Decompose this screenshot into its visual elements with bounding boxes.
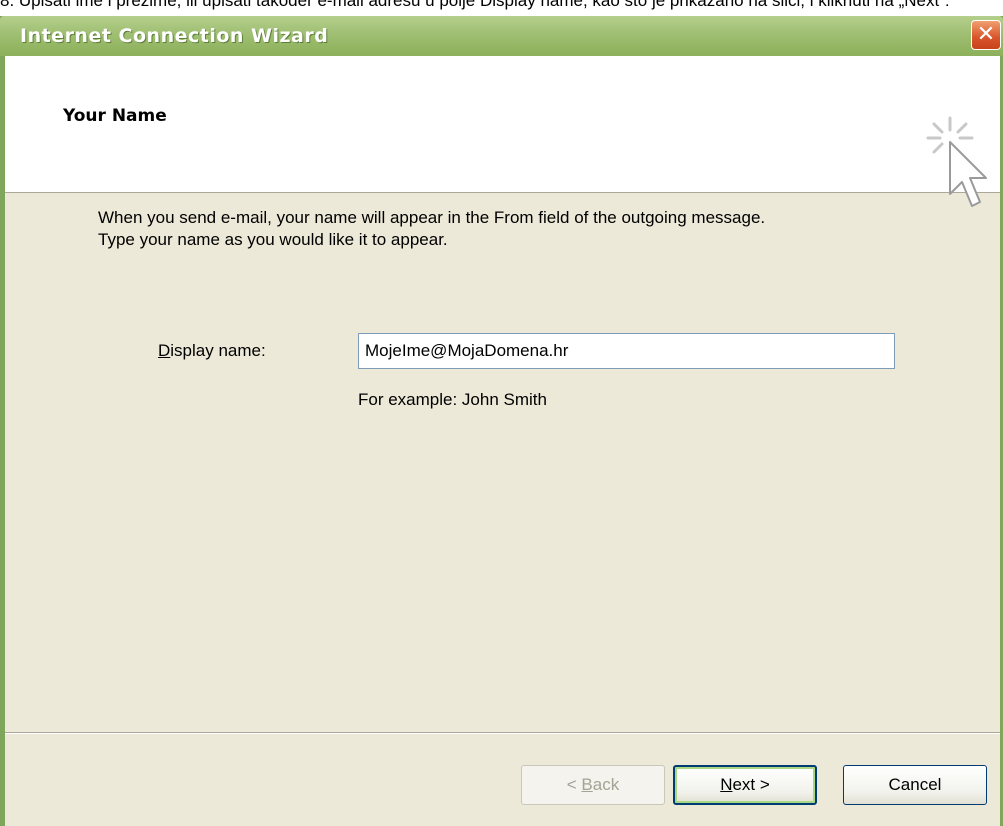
description-line-2: Type your name as you would like it to a… <box>98 230 448 249</box>
display-name-label-text: isplay name: <box>170 341 266 360</box>
back-button-label: ack <box>592 775 620 794</box>
display-name-example: For example: John Smith <box>358 390 547 409</box>
window-title: Internet Connection Wizard <box>20 25 329 47</box>
next-button-mnemonic: N <box>720 775 733 794</box>
next-button[interactable]: Next > <box>673 765 817 805</box>
next-button-label: ext > <box>732 775 770 794</box>
title-bar[interactable]: Internet Connection Wizard ✕ <box>0 16 1003 56</box>
close-icon: ✕ <box>976 22 996 47</box>
close-button[interactable]: ✕ <box>971 20 1001 50</box>
cancel-button-label: Cancel <box>888 775 942 794</box>
page-title: Your Name <box>63 106 167 126</box>
description: When you send e-mail, your name will app… <box>98 207 978 251</box>
footer-separator <box>5 732 1000 734</box>
description-line-1: When you send e-mail, your name will app… <box>98 208 766 227</box>
wizard-window: Internet Connection Wizard ✕ Your Name W… <box>0 16 1003 826</box>
wizard-header: Your Name <box>5 56 1000 207</box>
back-button[interactable]: < Back <box>521 765 665 805</box>
display-name-input[interactable] <box>358 333 895 369</box>
wizard-cursor-icon <box>926 116 987 207</box>
display-name-label: Display name: <box>158 341 266 361</box>
back-button-prefix: < <box>566 775 582 794</box>
cancel-button[interactable]: Cancel <box>843 765 987 805</box>
background-document-line: 8. Upisati ime i prezime, ili upisati ta… <box>0 0 950 10</box>
display-name-label-mnemonic: D <box>158 341 171 360</box>
back-button-mnemonic: B <box>581 775 593 794</box>
